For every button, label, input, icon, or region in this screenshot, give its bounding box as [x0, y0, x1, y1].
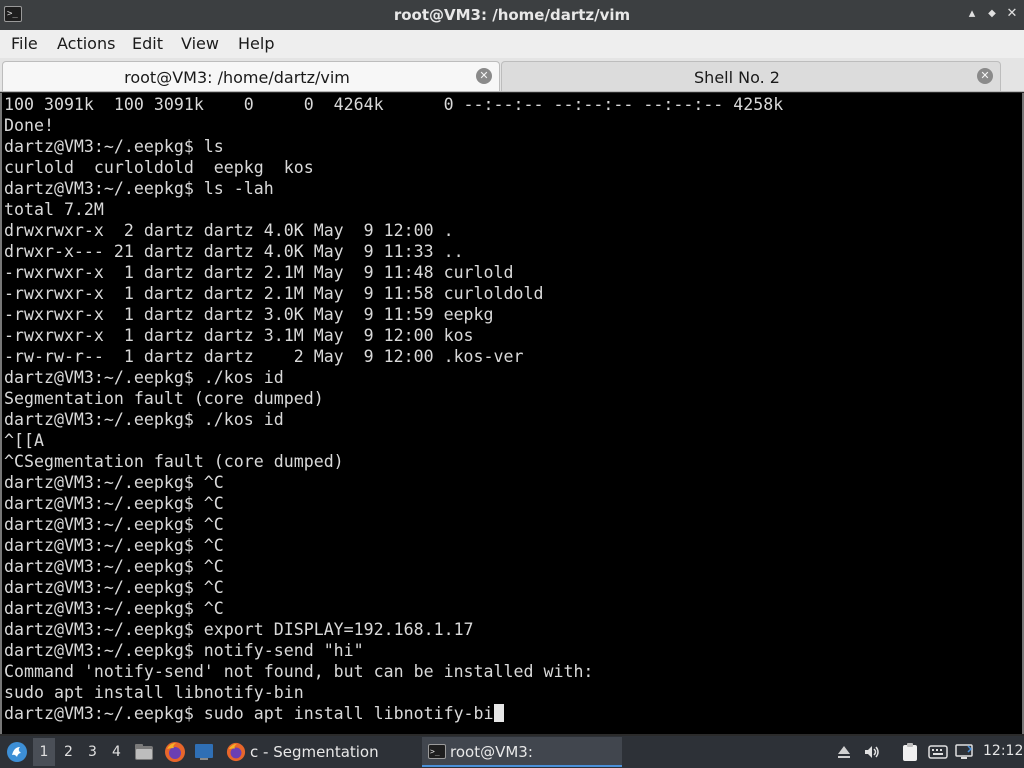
- tab-shell-no-2[interactable]: Shell No. 2 ✕: [501, 61, 1001, 91]
- menu-file[interactable]: File: [10, 34, 39, 53]
- terminal-line: Done!: [4, 116, 54, 135]
- terminal-line: dartz@VM3:~/.eepkg$ ^C: [4, 494, 224, 513]
- terminal-line: dartz@VM3:~/.eepkg$ ls -lah: [4, 179, 274, 198]
- terminal-output[interactable]: 100 3091k 100 3091k 0 0 4264k 0 --:--:--…: [0, 93, 1024, 734]
- tab-label: Shell No. 2: [694, 68, 780, 87]
- taskbar: 1 2 3 4 c - Segmentation >_ root@VM3: 12…: [0, 736, 1024, 768]
- window-titlebar[interactable]: >_ root@VM3: /home/dartz/vim ▴ ◆ ✕: [0, 0, 1024, 30]
- menu-actions[interactable]: Actions: [56, 34, 116, 53]
- terminal-line: dartz@VM3:~/.eepkg$ ./kos id: [4, 410, 284, 429]
- window-title: root@VM3: /home/dartz/vim: [393, 6, 631, 24]
- terminal-line: dartz@VM3:~/.eepkg$ notify-send "hi": [4, 641, 364, 660]
- terminal-line: dartz@VM3:~/.eepkg$ export DISPLAY=192.1…: [4, 620, 474, 639]
- terminal-line: -rwxrwxr-x 1 dartz dartz 2.1M May 9 11:4…: [4, 263, 514, 282]
- terminal-line: -rwxrwxr-x 1 dartz dartz 2.1M May 9 11:5…: [4, 284, 544, 303]
- task-label: root@VM3: /home/da...: [450, 743, 533, 761]
- terminal-line: -rw-rw-r-- 1 dartz dartz 2 May 9 12:00 .…: [4, 347, 524, 366]
- tab-close-icon[interactable]: ✕: [476, 68, 492, 84]
- show-desktop-icon[interactable]: [194, 743, 214, 761]
- terminal-line: dartz@VM3:~/.eepkg$ ^C: [4, 578, 224, 597]
- start-menu-icon[interactable]: [6, 741, 28, 763]
- volume-icon[interactable]: [863, 743, 881, 761]
- terminal-line: drwxr-x--- 21 dartz dartz 4.0K May 9 11:…: [4, 242, 464, 261]
- tab-root-vim[interactable]: root@VM3: /home/dartz/vim ✕: [2, 61, 500, 91]
- task-label: c - Segmentation faul...: [250, 743, 379, 761]
- terminal-line: dartz@VM3:~/.eepkg$ ^C: [4, 557, 224, 576]
- tab-label: root@VM3: /home/dartz/vim: [124, 68, 350, 87]
- terminal-line: -rwxrwxr-x 1 dartz dartz 3.0K May 9 11:5…: [4, 305, 494, 324]
- terminal-line: total 7.2M: [4, 200, 104, 219]
- terminal-line: dartz@VM3:~/.eepkg$ ^C: [4, 599, 224, 618]
- file-manager-icon[interactable]: [134, 742, 154, 762]
- terminal-line: dartz@VM3:~/.eepkg$ ^C: [4, 536, 224, 555]
- desktop-4[interactable]: 4: [112, 744, 121, 760]
- terminal-input-line[interactable]: dartz@VM3:~/.eepkg$ sudo apt install lib…: [4, 703, 504, 724]
- terminal-line: drwxrwxr-x 2 dartz dartz 4.0K May 9 12:0…: [4, 221, 454, 240]
- terminal-line: -rwxrwxr-x 1 dartz dartz 3.1M May 9 12:0…: [4, 326, 474, 345]
- terminal-icon: >_: [428, 744, 446, 759]
- tab-close-icon[interactable]: ✕: [977, 68, 993, 84]
- terminal-input-text: dartz@VM3:~/.eepkg$ sudo apt install lib…: [4, 704, 494, 723]
- menu-bar: File Actions Edit View Help: [0, 30, 1024, 58]
- menu-help[interactable]: Help: [237, 34, 275, 53]
- task-firefox-window[interactable]: c - Segmentation faul...: [222, 737, 418, 767]
- eject-icon[interactable]: [836, 744, 852, 760]
- terminal-line: Segmentation fault (core dumped): [4, 389, 324, 408]
- maximize-button[interactable]: ◆: [984, 6, 1000, 22]
- terminal-line: ^[[A: [4, 431, 44, 450]
- desktop-3[interactable]: 3: [88, 744, 97, 760]
- clipboard-icon[interactable]: [901, 742, 919, 762]
- menu-view[interactable]: View: [180, 34, 220, 53]
- terminal-line: dartz@VM3:~/.eepkg$ ls: [4, 137, 224, 156]
- minimize-button[interactable]: ▴: [964, 6, 980, 22]
- firefox-icon[interactable]: [164, 741, 186, 763]
- terminal-line: dartz@VM3:~/.eepkg$ ./kos id: [4, 368, 284, 387]
- desktop-1[interactable]: 1: [33, 738, 55, 766]
- task-terminal-window[interactable]: >_ root@VM3: /home/da...: [422, 737, 622, 767]
- terminal-cursor: [493, 704, 504, 722]
- close-button[interactable]: ✕: [1004, 6, 1020, 22]
- tab-bar: root@VM3: /home/dartz/vim ✕ Shell No. 2 …: [0, 58, 1024, 92]
- desktop-2[interactable]: 2: [64, 744, 73, 760]
- terminal-line: dartz@VM3:~/.eepkg$ ^C: [4, 515, 224, 534]
- menu-edit[interactable]: Edit: [131, 34, 164, 53]
- firefox-icon: [226, 742, 246, 762]
- terminal-line: curlold curloldold eepkg kos: [4, 158, 314, 177]
- network-icon[interactable]: [954, 743, 974, 761]
- clock[interactable]: 12:12: [983, 743, 1023, 759]
- terminal-line: dartz@VM3:~/.eepkg$ ^C: [4, 473, 224, 492]
- terminal-line: ^CSegmentation fault (core dumped): [4, 452, 344, 471]
- terminal-line: 100 3091k 100 3091k 0 0 4264k 0 --:--:--…: [4, 95, 784, 114]
- keyboard-icon[interactable]: [928, 743, 948, 761]
- terminal-line: sudo apt install libnotify-bin: [4, 683, 304, 702]
- terminal-line: Command 'notify-send' not found, but can…: [4, 662, 594, 681]
